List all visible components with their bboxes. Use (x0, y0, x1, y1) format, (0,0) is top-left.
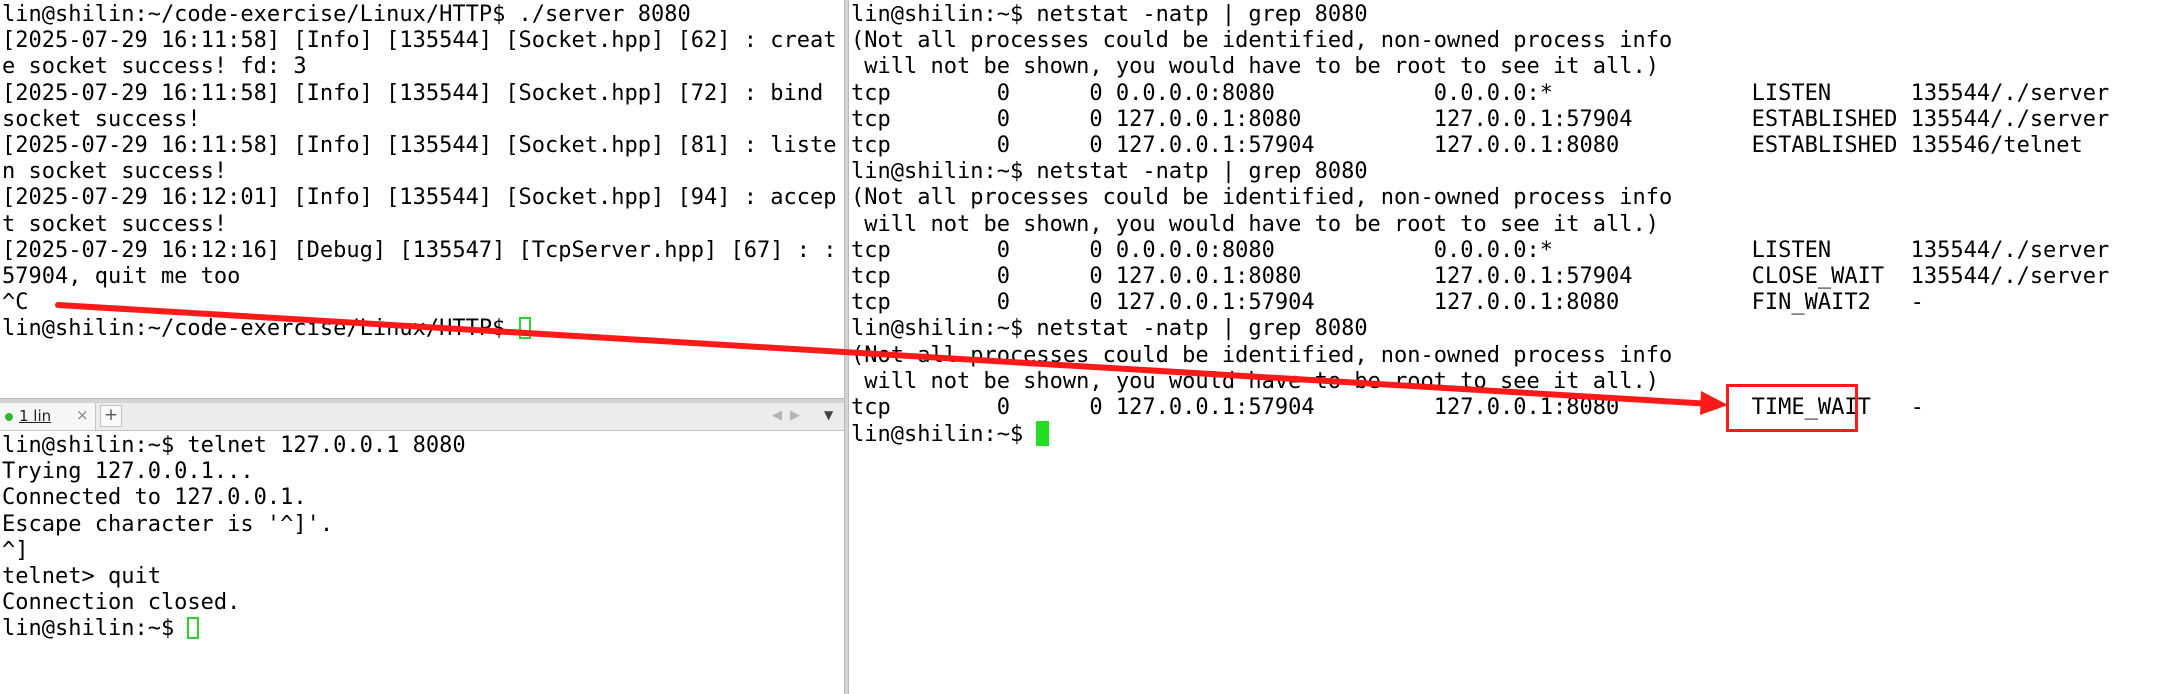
annotation-arrow (55, 302, 1728, 415)
annotation-arrow-shaft (55, 302, 1715, 407)
annotation-arrow-head (1700, 391, 1728, 415)
